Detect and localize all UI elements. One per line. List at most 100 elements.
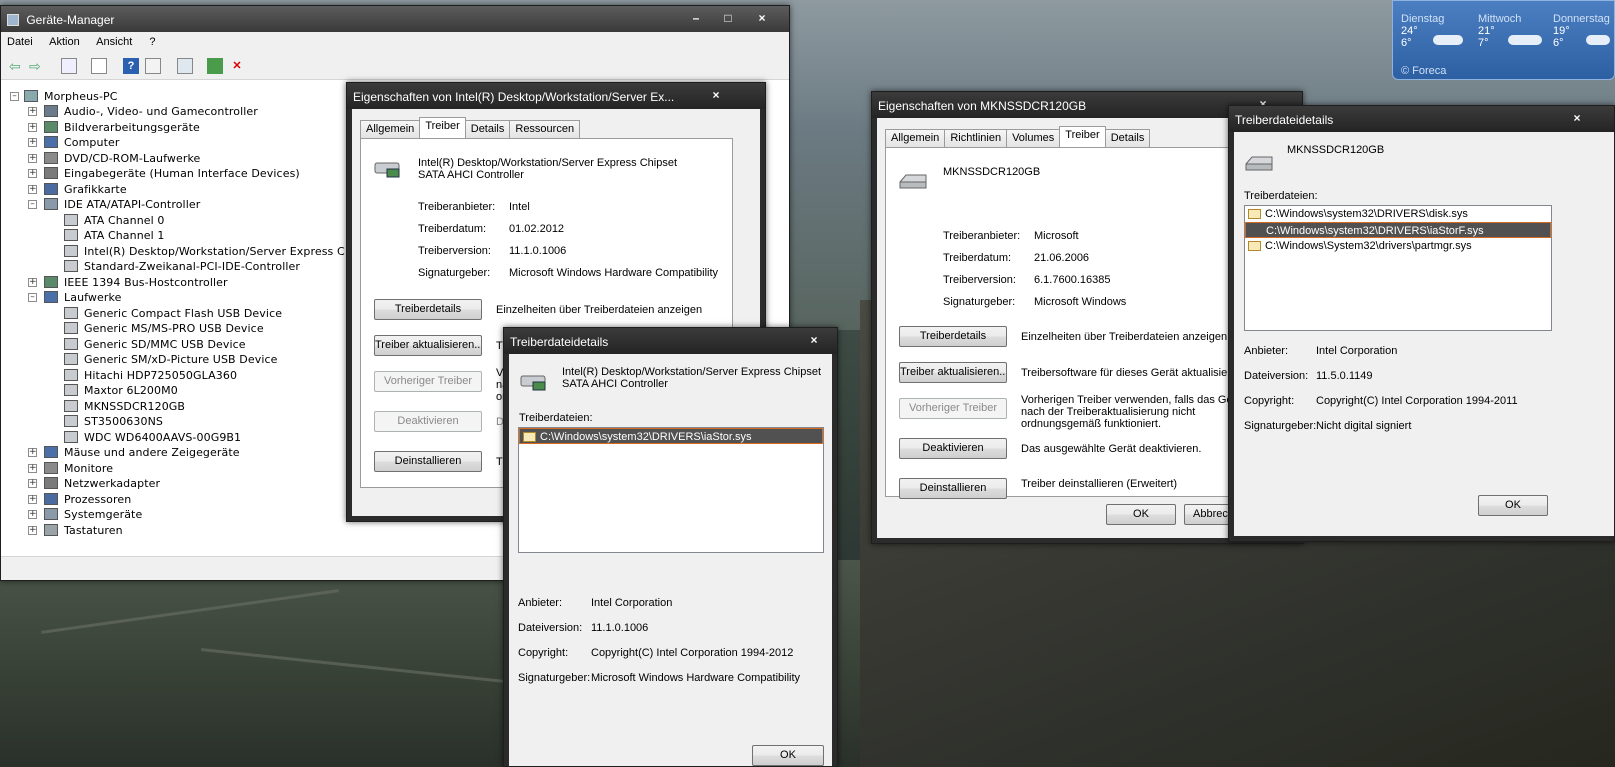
list-item[interactable]: C:\Windows\System32\drivers\partmgr.sys xyxy=(1245,238,1551,254)
expand-icon[interactable]: + xyxy=(28,479,37,488)
disable-button[interactable]: Deaktivieren xyxy=(374,411,482,432)
title-bar[interactable]: Geräte-Manager xyxy=(1,6,789,32)
minimize-button[interactable]: – xyxy=(687,10,705,27)
collapse-icon[interactable]: – xyxy=(10,92,19,101)
list-item[interactable]: C:\Windows\system32\DRIVERS\disk.sys xyxy=(1245,206,1551,222)
tab-treiber[interactable]: Treiber xyxy=(419,117,466,138)
expand-icon[interactable]: + xyxy=(28,510,37,519)
title-bar[interactable]: Eigenschaften von Intel(R) Desktop/Works… xyxy=(347,83,765,109)
tree-item-label: DVD/CD-ROM-Laufwerke xyxy=(64,151,201,165)
console-icon[interactable] xyxy=(145,58,161,74)
update-driver-button[interactable]: Treiber aktualisieren... xyxy=(899,362,1007,383)
disk-drive-icon xyxy=(899,174,927,189)
expand-icon[interactable]: + xyxy=(28,107,37,116)
driver-details-button[interactable]: Treiberdetails xyxy=(899,326,1007,347)
device-icon xyxy=(64,353,78,365)
forward-arrow-icon[interactable]: ⇨ xyxy=(29,58,45,74)
tab-volumes[interactable]: Volumes xyxy=(1006,129,1061,147)
weather-source[interactable]: © Foreca xyxy=(1401,65,1446,77)
rollback-driver-button[interactable]: Vorheriger Treiber xyxy=(374,371,482,392)
tab-richtlinien[interactable]: Richtlinien xyxy=(944,129,1008,147)
expand-icon[interactable]: + xyxy=(28,494,37,504)
device-icon xyxy=(64,260,78,272)
update-driver-icon[interactable] xyxy=(207,58,223,74)
tab-details[interactable]: Details xyxy=(1104,129,1151,147)
close-button[interactable]: × xyxy=(1568,110,1586,127)
close-button[interactable]: × xyxy=(707,87,725,104)
properties-icon[interactable] xyxy=(61,58,77,74)
disable-button[interactable]: Deaktivieren xyxy=(899,438,1007,459)
driver-details-button[interactable]: Treiberdetails xyxy=(374,299,482,320)
expand-icon[interactable]: + xyxy=(28,525,37,535)
device-icon xyxy=(64,229,78,241)
files-label: Treiberdateien: xyxy=(519,412,593,424)
menu-aktion[interactable]: Aktion xyxy=(49,36,80,48)
tree-item-label: Audio-, Video- und Gamecontroller xyxy=(64,105,258,118)
device-name-line2: SATA AHCI Controller xyxy=(418,169,524,181)
tab-allgemein[interactable]: Allgemein xyxy=(360,120,421,138)
rollback-driver-button[interactable]: Vorheriger Treiber xyxy=(899,398,1007,419)
back-arrow-icon[interactable]: ⇦ xyxy=(9,58,25,74)
menu-help[interactable]: ? xyxy=(149,36,155,48)
expand-icon[interactable]: + xyxy=(28,184,37,194)
tree-item-label: ATA Channel 0 xyxy=(84,213,165,227)
list-item[interactable]: C:\Windows\system32\DRIVERS\iaStor.sys xyxy=(519,428,823,444)
device-icon xyxy=(44,198,58,210)
menu-datei[interactable]: Datei xyxy=(7,36,33,48)
uninstall-button[interactable]: Deinstallieren xyxy=(899,478,1007,499)
mkn-driver-details-dialog: Treiberdateidetails × MKNSSDCR120GB Trei… xyxy=(1228,105,1615,542)
weather-gadget[interactable]: Dienstag 24° 6° Mittwoch 21° 7° Donnerst… xyxy=(1392,0,1615,80)
driver-files-list[interactable]: C:\Windows\system32\DRIVERS\iaStor.sys xyxy=(518,427,824,553)
device-icon xyxy=(64,322,78,334)
intel-driver-details-dialog: Treiberdateidetails × Intel(R) Desktop/W… xyxy=(503,327,838,767)
ok-button[interactable]: OK xyxy=(752,745,824,766)
list-item-selected[interactable]: C:\Windows\system32\DRIVERS\iaStorF.sys xyxy=(1245,222,1551,238)
device-icon xyxy=(44,136,58,148)
device-icon xyxy=(44,151,58,164)
title-bar[interactable]: Treiberdateidetails xyxy=(504,328,837,354)
maximize-button[interactable]: □ xyxy=(719,10,737,27)
collapse-icon[interactable]: – xyxy=(28,293,37,302)
field-value: Microsoft Windows Hardware Compatibility xyxy=(591,672,801,684)
tab-ressourcen[interactable]: Ressourcen xyxy=(509,120,581,138)
tab-strip: Allgemein Treiber Details Ressourcen xyxy=(360,117,581,138)
expand-icon[interactable]: + xyxy=(28,448,37,457)
tree-item-label: Systemgeräte xyxy=(64,508,143,521)
expand-icon[interactable]: + xyxy=(28,153,37,163)
menu-ansicht[interactable]: Ansicht xyxy=(96,36,132,48)
collapse-icon[interactable]: – xyxy=(28,200,37,209)
close-button[interactable]: × xyxy=(753,10,771,27)
tab-details[interactable]: Details xyxy=(464,120,511,138)
toolbar: ⇦ ⇨ ? ✕ xyxy=(1,53,789,80)
files-label: Treiberdateien: xyxy=(1244,190,1318,202)
expand-icon[interactable]: + xyxy=(28,122,37,132)
view-icon[interactable] xyxy=(91,58,107,74)
tab-allgemein[interactable]: Allgemein xyxy=(885,129,946,147)
disk-drive-icon xyxy=(1245,156,1273,171)
device-icon xyxy=(64,337,78,350)
expand-icon[interactable]: + xyxy=(28,169,37,178)
field-label: Treiberdatum: xyxy=(418,223,487,235)
title-bar[interactable]: Treiberdateidetails xyxy=(1229,106,1614,132)
uninstall-icon[interactable]: ✕ xyxy=(229,58,245,74)
expand-icon[interactable]: + xyxy=(28,277,37,287)
tree-item-label: Hitachi HDP725050GLA360 xyxy=(84,368,238,382)
uninstall-button[interactable]: Deinstallieren xyxy=(374,451,482,472)
ok-button[interactable]: OK xyxy=(1478,495,1548,516)
tab-treiber[interactable]: Treiber xyxy=(1059,126,1106,147)
field-label: Signaturgeber: xyxy=(943,296,1016,308)
scan-hardware-icon[interactable] xyxy=(177,58,193,74)
update-driver-button[interactable]: Treiber aktualisieren... xyxy=(374,335,482,356)
field-value: Microsoft xyxy=(1034,230,1079,242)
device-icon xyxy=(64,430,78,443)
dialog-title: Treiberdateidetails xyxy=(1235,113,1334,127)
driver-files-list[interactable]: C:\Windows\system32\DRIVERS\disk.sys C:\… xyxy=(1244,205,1552,331)
expand-icon[interactable]: + xyxy=(28,138,37,147)
tree-root-label: Morpheus-PC xyxy=(44,90,118,103)
expand-icon[interactable]: + xyxy=(28,463,37,473)
ok-button[interactable]: OK xyxy=(1106,504,1176,525)
file-path: C:\Windows\system32\DRIVERS\iaStor.sys xyxy=(540,431,752,443)
field-value: 6.1.7600.16385 xyxy=(1034,274,1111,286)
close-button[interactable]: × xyxy=(805,332,823,349)
help-icon[interactable]: ? xyxy=(123,58,139,74)
